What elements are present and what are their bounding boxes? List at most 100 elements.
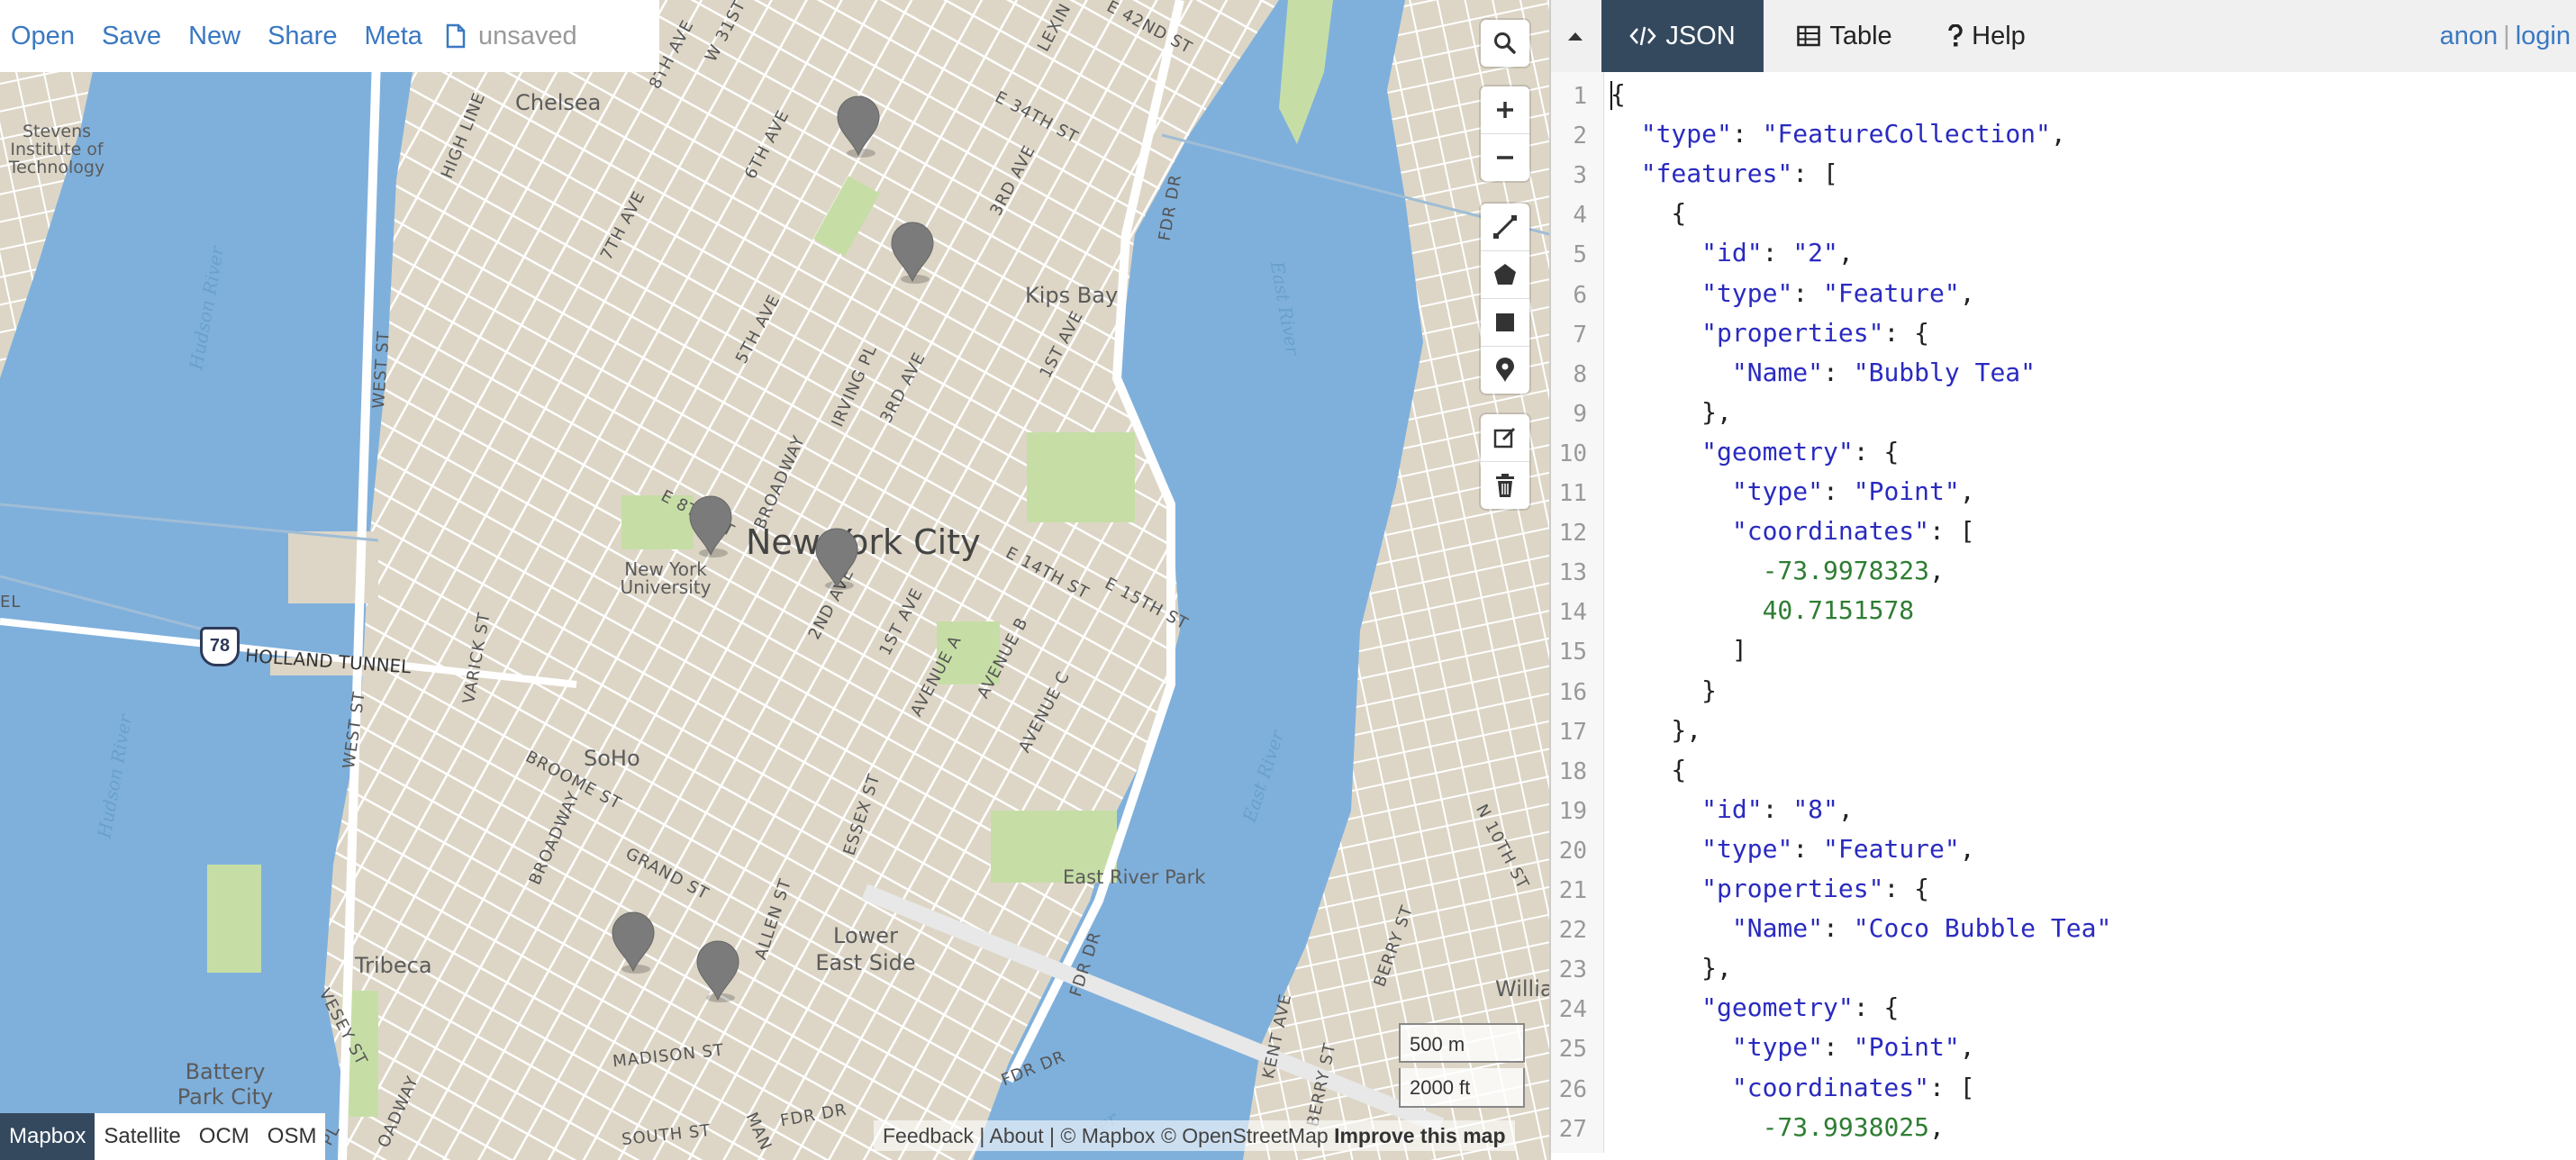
feedback-link[interactable]: Feedback (883, 1124, 974, 1147)
label-willia: Willia (1495, 976, 1549, 1001)
text-cursor (1610, 81, 1612, 110)
json-editor[interactable]: 1 2 3 4 5 6 7 8 9 10 11 12 13 14 15 16 17 18 19 20 21 22 23 24 2… (1551, 72, 2576, 1153)
draw-rectangle-icon[interactable] (1481, 298, 1529, 346)
search-icon[interactable] (1481, 20, 1529, 67)
tab-json[interactable]: JSON (1601, 0, 1764, 72)
document-icon (446, 23, 466, 49)
search-control[interactable] (1481, 20, 1529, 67)
code-line: "geometry": { (1701, 992, 1900, 1023)
attrib-sep: | (1043, 1124, 1061, 1147)
line-number: 17 (1558, 718, 1587, 746)
code-line: "properties": { (1701, 874, 1930, 903)
draw-marker-icon[interactable] (1481, 346, 1529, 394)
code-line: "coordinates": [ (1731, 516, 1975, 547)
line-number: 20 (1558, 837, 1587, 865)
line-number: 27 (1558, 1115, 1587, 1143)
top-toolbar: Open Save New Share Meta unsaved (0, 0, 659, 72)
label-battery-park: Battery Park City (177, 1059, 274, 1110)
meta-button[interactable]: Meta (353, 22, 438, 51)
edit-icon[interactable] (1481, 414, 1529, 461)
tab-table-label: Table (1829, 21, 1892, 50)
map-canvas[interactable]: Chelsea Stevens Institute of Technology … (0, 0, 1549, 1160)
line-number: 22 (1558, 917, 1587, 945)
about-link[interactable]: About (990, 1124, 1044, 1147)
code-line: "type": "Feature", (1701, 833, 1975, 864)
osm-link[interactable]: © OpenStreetMap (1161, 1124, 1329, 1147)
line-number: 21 (1558, 877, 1587, 904)
user-sep: | (2503, 22, 2510, 50)
code-line: }, (1610, 396, 1732, 427)
code-line: -73.9938025, (1762, 1111, 1945, 1142)
line-number: 6 (1573, 281, 1587, 309)
line-gutter: 1 2 3 4 5 6 7 8 9 10 11 12 13 14 15 16 17 18 19 20 21 22 23 24 2… (1551, 72, 1604, 1153)
map-scale: 500 m 2000 ft (1399, 1023, 1525, 1108)
draw-control (1481, 204, 1529, 394)
street-el: EL (0, 593, 22, 612)
plus-icon[interactable] (1481, 86, 1529, 133)
code-line: "properties": { (1701, 317, 1930, 348)
scale-imperial: 2000 ft (1399, 1068, 1525, 1108)
line-number: 26 (1558, 1075, 1587, 1103)
code-line: "geometry": { (1701, 436, 1900, 467)
map-marker[interactable] (686, 494, 735, 560)
label-kips-bay: Kips Bay (1025, 283, 1119, 308)
login-link[interactable]: login (2516, 22, 2571, 50)
share-button[interactable]: Share (257, 22, 353, 51)
trash-icon[interactable] (1481, 461, 1529, 509)
open-button[interactable]: Open (0, 22, 91, 51)
file-status[interactable]: unsaved (439, 22, 577, 51)
label-soho: SoHo (584, 746, 640, 771)
line-number: 9 (1573, 400, 1587, 428)
draw-line-icon[interactable] (1481, 204, 1529, 250)
pane-tabs: JSON Table Help anon | login (1551, 0, 2576, 72)
layer-ocm[interactable]: OCM (190, 1113, 259, 1160)
line-number: 5 (1573, 241, 1587, 269)
code-line: "id": "2", (1701, 238, 1854, 268)
line-number: 10 (1558, 440, 1587, 467)
code-line: }, (1610, 714, 1702, 745)
code-line: "coordinates": [ (1731, 1072, 1975, 1102)
label-tribeca: Tribeca (355, 953, 432, 978)
anon-link[interactable]: anon (2440, 22, 2499, 50)
improve-map-link[interactable]: Improve this map (1334, 1124, 1505, 1147)
code-line: "type": "Point", (1731, 1032, 1975, 1063)
layer-satellite[interactable]: Satellite (95, 1113, 189, 1160)
label-stevens: Stevens Institute of Technology (8, 122, 105, 177)
save-button[interactable]: Save (91, 22, 177, 51)
layer-osm[interactable]: OSM (259, 1113, 326, 1160)
minus-icon[interactable] (1481, 133, 1529, 181)
line-number: 1 (1573, 83, 1587, 110)
layer-mapbox[interactable]: Mapbox (0, 1113, 95, 1160)
tab-table[interactable]: Table (1764, 0, 1926, 72)
layer-switcher: Mapbox Satellite OCM OSM (0, 1113, 326, 1160)
map-marker[interactable] (812, 526, 861, 593)
map-marker[interactable] (694, 938, 742, 1005)
tab-json-label: JSON (1665, 21, 1736, 50)
tab-help-label: Help (1972, 21, 2026, 50)
line-number: 14 (1558, 599, 1587, 627)
line-number: 13 (1558, 559, 1587, 587)
zoom-control (1481, 86, 1529, 181)
user-area: anon | login (2440, 0, 2571, 72)
caret-up-icon (1568, 32, 1583, 41)
collapse-button[interactable] (1551, 0, 1600, 72)
tab-help[interactable]: Help (1926, 0, 2048, 72)
draw-polygon-icon[interactable] (1481, 250, 1529, 298)
code-line: } (1610, 675, 1718, 705)
new-button[interactable]: New (177, 22, 257, 51)
map-marker[interactable] (609, 910, 658, 976)
code-line: "id": "8", (1701, 793, 1854, 824)
line-number: 2 (1573, 122, 1587, 150)
mapbox-link[interactable]: © Mapbox (1060, 1124, 1155, 1147)
label-east-river-park: East River Park (1063, 866, 1206, 888)
map-marker[interactable] (834, 94, 883, 160)
line-number: 15 (1558, 639, 1587, 666)
map-marker[interactable] (888, 220, 937, 286)
line-number: 25 (1558, 1036, 1587, 1064)
label-lower-east-side: Lower East Side (815, 923, 916, 975)
code-line: "Name": "Coco Bubble Tea" (1731, 913, 2112, 944)
map-base (0, 0, 1549, 1160)
route-shield: 78 (200, 627, 240, 666)
line-number: 23 (1558, 956, 1587, 984)
line-number: 24 (1558, 996, 1587, 1024)
